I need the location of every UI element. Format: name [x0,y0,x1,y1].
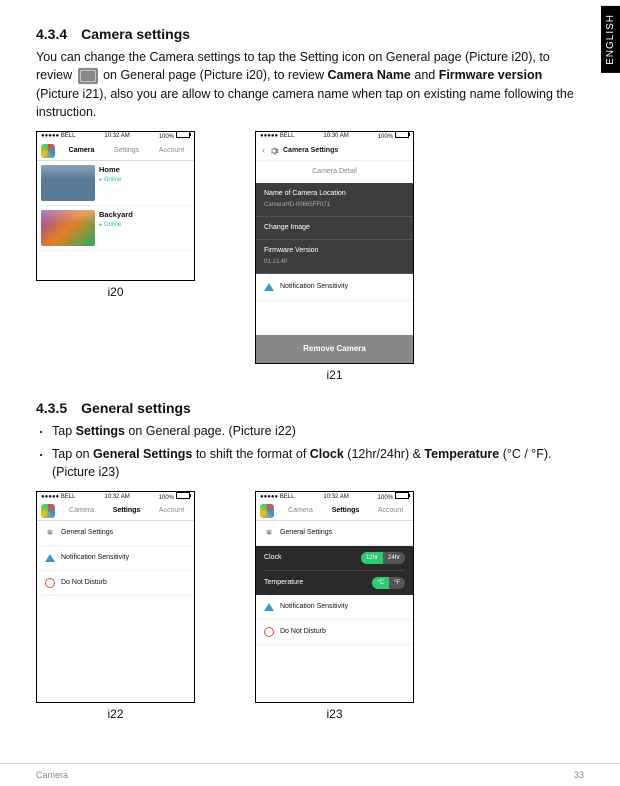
figure-i22: ●●●●● BELL 10:32 AM 100% Camera Settings… [36,491,195,723]
gear-icon [264,528,274,538]
section-435-heading: 4.3.5 General settings [36,398,584,418]
tab-bar: Camera Settings Account [37,502,194,521]
status-bar: ●●●●● BELL 10:32 AM 100% [37,492,194,502]
temperature-row: Temperature °C°F [264,571,405,595]
notification-sensitivity-row[interactable]: Notification Sensitivity [256,274,413,301]
figure-row-2: ●●●●● BELL 10:32 AM 100% Camera Settings… [36,491,584,723]
status-bar: ●●●●● BELL 10:32 AM 100% [256,492,413,502]
clock-label: Clock [264,553,282,563]
tab-camera[interactable]: Camera [278,506,323,516]
figure-caption-i20: i20 [107,284,123,301]
section-434-body: You can change the Camera settings to ta… [36,48,584,121]
change-image-row[interactable]: Change Image [256,217,413,240]
figure-caption-i22: i22 [107,706,123,723]
temperature-toggle[interactable]: °C°F [372,577,405,590]
camera-thumbnail [41,210,95,246]
phone-i22: ●●●●● BELL 10:32 AM 100% Camera Settings… [36,491,195,703]
phone-i21: ●●●●● BELL 10:30 AM 100% ‹ Camera Settin… [255,131,414,364]
camera-name: Home [99,165,121,176]
header-title: Camera Settings [283,146,338,156]
tab-bar: Camera Settings Account [256,502,413,521]
firmware-row: Firmware Version 01.13.40 [256,240,413,274]
tab-settings[interactable]: Settings [323,506,368,516]
camera-row-home[interactable]: Home Online [37,161,194,206]
gear-icon [45,528,55,538]
camera-status: Online [99,221,133,230]
logo-icon [41,504,55,518]
footer-section: Camera [36,770,68,780]
figure-i20: ●●●●● BELL 10:32 AM 100% Camera Settings… [36,131,195,301]
bullet-1: Tap Settings on General page. (Picture i… [36,422,584,440]
notification-sensitivity-row[interactable]: Notification Sensitivity [256,595,413,620]
general-settings-row[interactable]: General Settings [37,521,194,546]
figure-i23: ●●●●● BELL 10:32 AM 100% Camera Settings… [255,491,414,723]
do-not-disturb-row[interactable]: Do Not Disturb [256,620,413,645]
gear-icon [269,146,279,156]
camera-row-backyard[interactable]: Backyard Online [37,206,194,251]
tab-camera[interactable]: Camera [59,506,104,516]
section-435-title: General settings [81,400,191,416]
section-434-num: 4.3.4 [36,24,67,44]
battery-icon [395,492,409,499]
footer-page-number: 33 [574,770,584,780]
camera-thumbnail [41,165,95,201]
settings-panel: Clock 12hr24hr Temperature °C°F [256,546,413,595]
page-content: 4.3.4 Camera settings You can change the … [0,0,620,723]
figure-caption-i21: i21 [326,367,342,384]
battery-icon [395,131,409,138]
logo-icon [260,504,274,518]
section-435-bullets: Tap Settings on General page. (Picture i… [36,422,584,480]
battery-icon [176,131,190,138]
phone-i23: ●●●●● BELL 10:32 AM 100% Camera Settings… [255,491,414,703]
settings-header: ‹ Camera Settings [256,142,413,161]
triangle-icon [45,554,55,562]
notification-sensitivity-row[interactable]: Notification Sensitivity [37,546,194,571]
dnd-icon [45,578,55,588]
camera-status: Online [99,176,121,185]
figure-caption-i23: i23 [326,706,342,723]
figure-row-1: ●●●●● BELL 10:32 AM 100% Camera Settings… [36,131,584,384]
tab-settings[interactable]: Settings [104,506,149,516]
bullet-2: Tap on General Settings to shift the for… [36,445,584,481]
camera-name: Backyard [99,210,133,221]
remove-camera-button[interactable]: Remove Camera [256,335,413,363]
section-435-num: 4.3.5 [36,398,67,418]
status-bar: ●●●●● BELL 10:30 AM 100% [256,132,413,142]
dnd-icon [264,627,274,637]
phone-i20: ●●●●● BELL 10:32 AM 100% Camera Settings… [36,131,195,281]
tab-bar: Camera Settings Account [37,142,194,161]
camera-name-row[interactable]: Name of Camera Location CameraHD-00665FF… [256,183,413,217]
battery-icon [176,492,190,499]
section-434-title: Camera settings [81,26,190,42]
back-icon[interactable]: ‹ [262,144,265,157]
tab-account[interactable]: Account [149,506,194,516]
language-tab: ENGLISH [601,6,620,73]
general-settings-row[interactable]: General Settings [256,521,413,546]
camera-detail-label: Camera Detail [256,161,413,183]
triangle-icon [264,283,274,291]
tab-camera[interactable]: Camera [59,146,104,156]
tab-account[interactable]: Account [149,146,194,156]
page-footer: Camera 33 [0,763,620,786]
setting-icon [78,68,98,84]
status-bar: ●●●●● BELL 10:32 AM 100% [37,132,194,142]
logo-icon [41,144,55,158]
triangle-icon [264,603,274,611]
tab-settings[interactable]: Settings [104,146,149,156]
section-434-heading: 4.3.4 Camera settings [36,24,584,44]
figure-i21: ●●●●● BELL 10:30 AM 100% ‹ Camera Settin… [255,131,414,384]
clock-row: Clock 12hr24hr [264,546,405,571]
temperature-label: Temperature [264,578,303,588]
tab-account[interactable]: Account [368,506,413,516]
do-not-disturb-row[interactable]: Do Not Disturb [37,571,194,596]
clock-toggle[interactable]: 12hr24hr [361,552,405,565]
